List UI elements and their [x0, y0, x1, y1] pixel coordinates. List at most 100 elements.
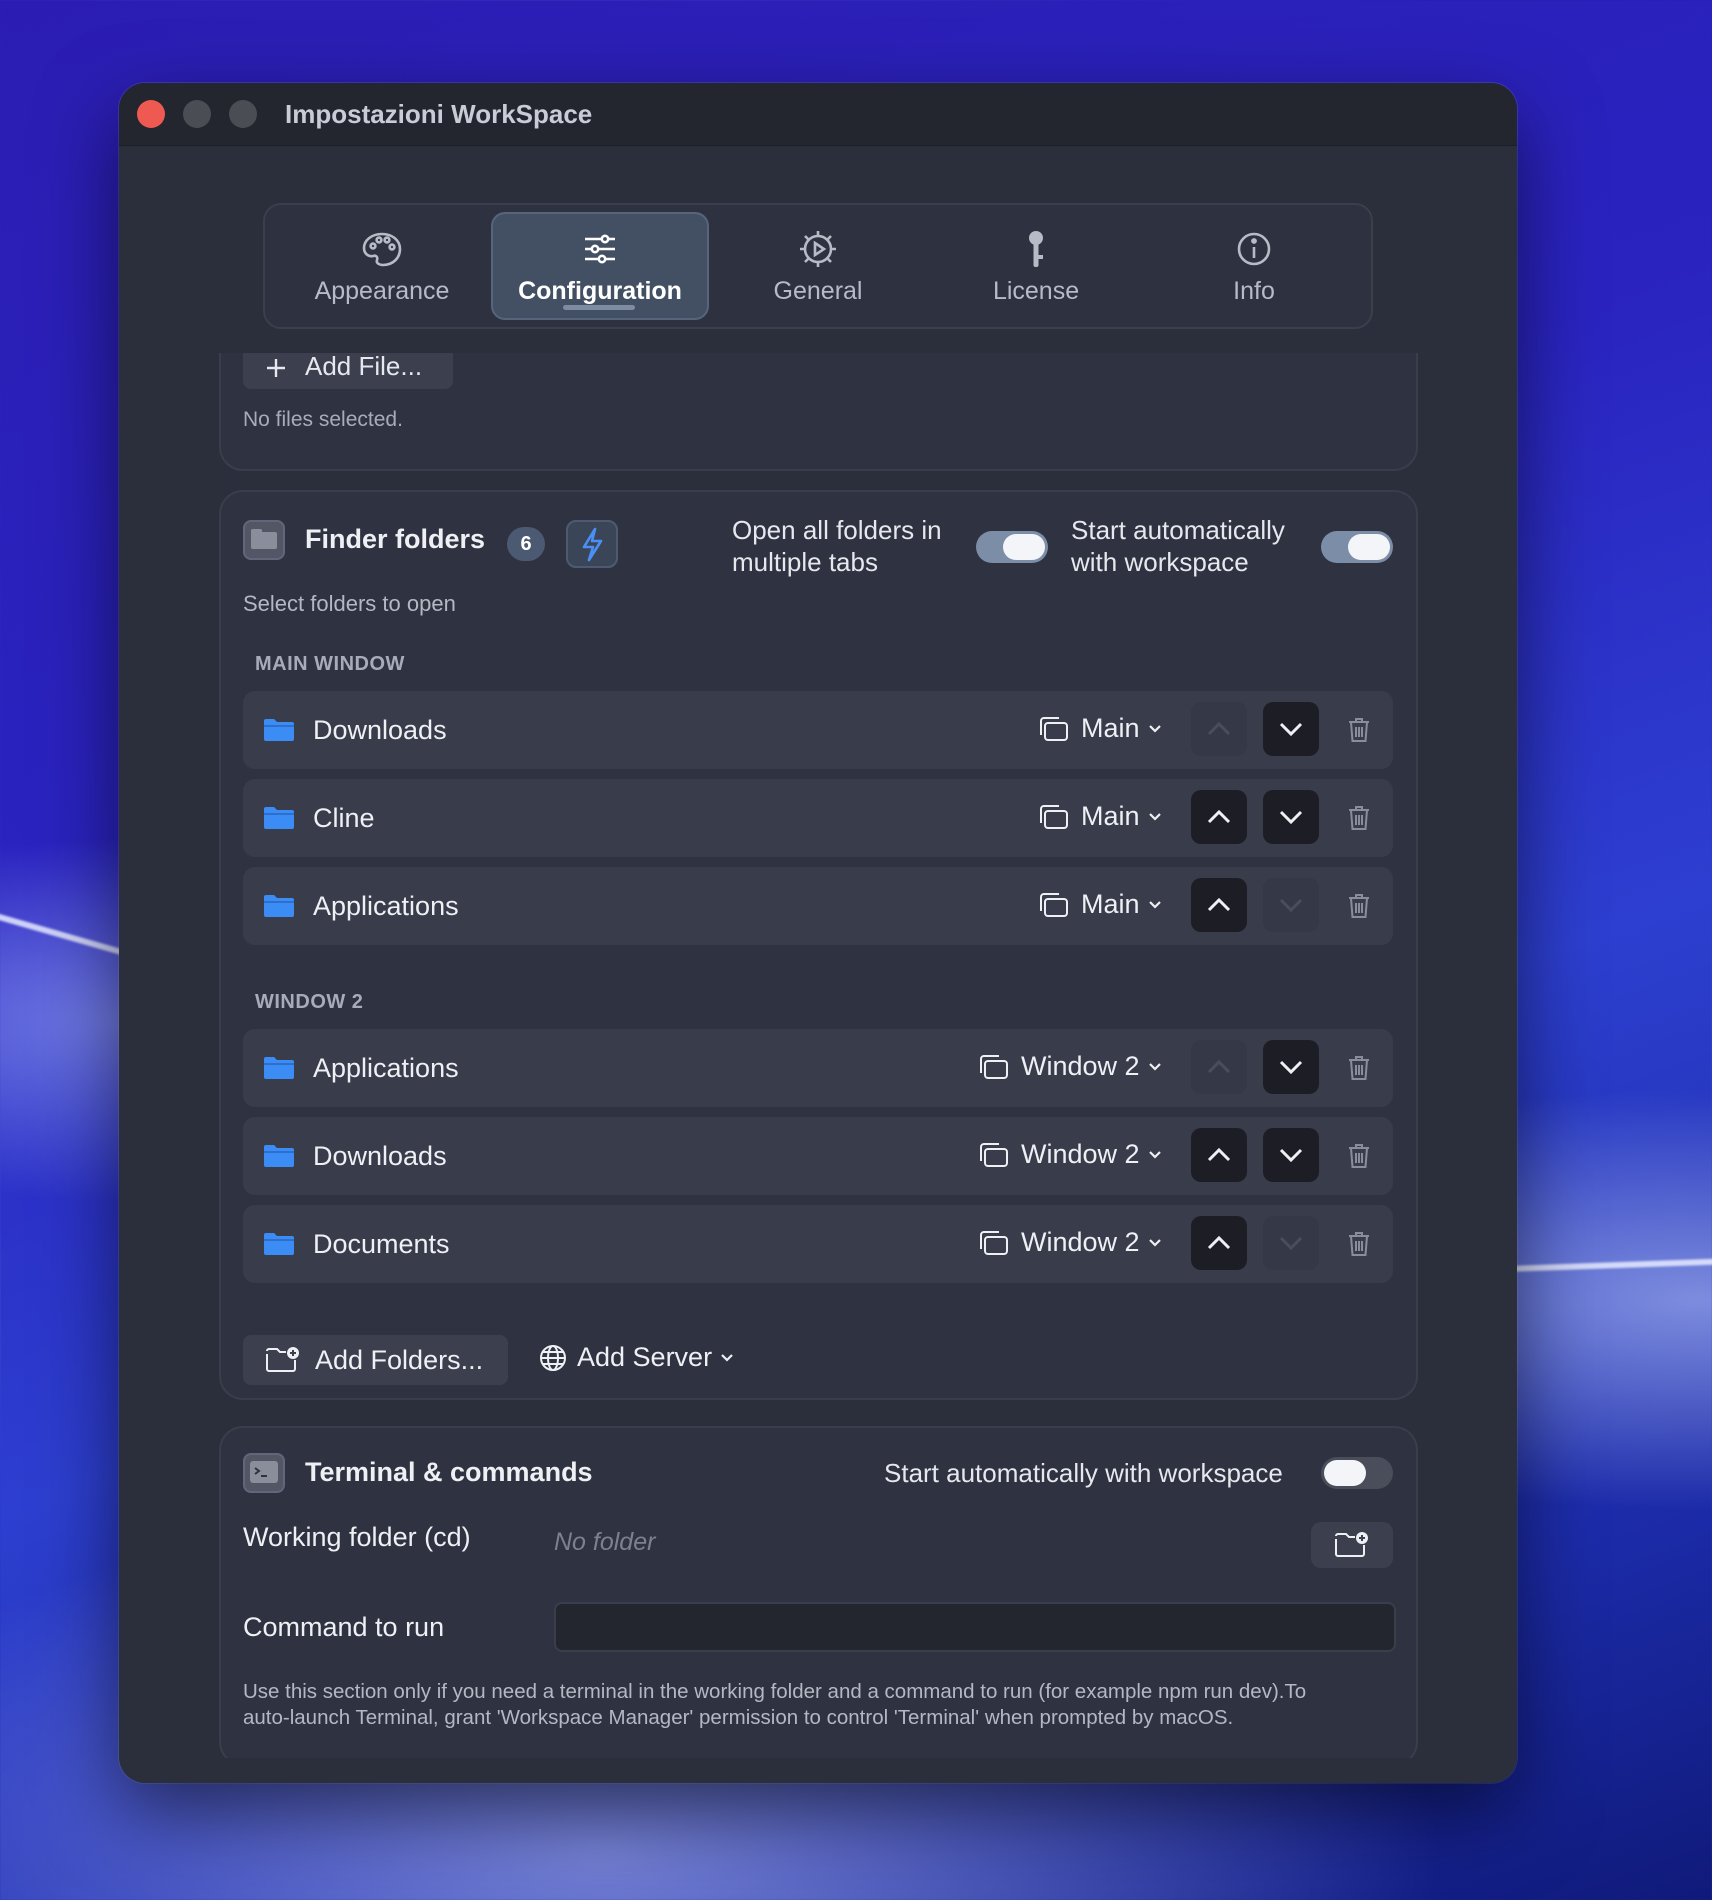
- folder-row[interactable]: Applications Window 2: [243, 1029, 1393, 1107]
- finder-auto-start-label: Start automatically with workspace: [1071, 515, 1285, 577]
- windows-icon: [980, 1142, 1008, 1167]
- window-select[interactable]: Main: [1037, 801, 1174, 832]
- chevron-down-icon: [1148, 1150, 1161, 1159]
- folder-icon: [264, 1145, 294, 1167]
- move-up-button[interactable]: [1191, 1128, 1247, 1182]
- chevron-down-icon: [1279, 898, 1303, 913]
- windows-icon: [1040, 716, 1068, 741]
- folder-row[interactable]: Documents Window 2: [243, 1205, 1393, 1283]
- trash-icon[interactable]: [1347, 892, 1371, 920]
- minimize-window-button[interactable]: [183, 100, 211, 128]
- window-select[interactable]: Main: [1037, 713, 1174, 744]
- scroll-content[interactable]: Add File... No files selected. Finder fo…: [119, 353, 1517, 1758]
- move-down-button[interactable]: [1263, 878, 1319, 932]
- command-input[interactable]: [554, 1602, 1396, 1652]
- add-server-menu[interactable]: Add Server: [539, 1342, 744, 1373]
- folder-icon: [264, 1233, 294, 1255]
- folder-plus-icon: [266, 1347, 299, 1372]
- finder-title: Finder folders: [305, 524, 486, 554]
- chevron-down-icon: [1279, 810, 1303, 825]
- trash-icon[interactable]: [1347, 716, 1371, 744]
- trash-icon[interactable]: [1347, 804, 1371, 832]
- chevron-up-icon: [1207, 1235, 1231, 1250]
- quick-open-button[interactable]: [566, 520, 618, 568]
- move-down-button[interactable]: [1263, 702, 1319, 756]
- choose-folder-button[interactable]: [1311, 1522, 1393, 1568]
- move-down-button[interactable]: [1263, 790, 1319, 844]
- move-down-button[interactable]: [1263, 1216, 1319, 1270]
- settings-window: Impostazioni WorkSpace Appearance Config…: [119, 83, 1517, 1783]
- tab-info[interactable]: Info: [1145, 212, 1363, 320]
- zoom-window-button[interactable]: [229, 100, 257, 128]
- folder-row[interactable]: Downloads Main: [243, 691, 1393, 769]
- tab-label: License: [992, 276, 1080, 305]
- terminal-card: Terminal & commands Start automatically …: [219, 1426, 1418, 1758]
- add-server-label: Add Server: [577, 1342, 713, 1372]
- move-up-button[interactable]: [1191, 702, 1247, 756]
- chevron-down-icon: [1148, 1062, 1161, 1071]
- folder-name: Applications: [313, 1053, 459, 1083]
- terminal-auto-start-label: Start automatically with workspace: [884, 1458, 1283, 1488]
- working-folder-label: Working folder (cd): [243, 1522, 471, 1552]
- chevron-down-icon: [1279, 722, 1303, 737]
- move-up-button[interactable]: [1191, 878, 1247, 932]
- sliders-icon: [585, 234, 616, 263]
- add-folders-button[interactable]: Add Folders...: [243, 1335, 508, 1385]
- trash-icon[interactable]: [1347, 1142, 1371, 1170]
- tab-label: Appearance: [314, 276, 450, 305]
- move-down-button[interactable]: [1263, 1128, 1319, 1182]
- tab-bar: Appearance Configuration General License…: [263, 203, 1373, 329]
- tab-license[interactable]: License: [927, 212, 1145, 320]
- windows-icon: [1040, 804, 1068, 829]
- chevron-down-icon: [1148, 724, 1161, 733]
- move-up-button[interactable]: [1191, 1040, 1247, 1094]
- windows-icon: [980, 1230, 1008, 1255]
- windows-icon: [980, 1054, 1008, 1079]
- trash-icon[interactable]: [1347, 1054, 1371, 1082]
- close-window-button[interactable]: [137, 100, 165, 128]
- tab-configuration[interactable]: Configuration: [491, 212, 710, 320]
- add-file-label: Add File...: [305, 353, 423, 381]
- tab-label: General: [773, 276, 863, 305]
- chevron-down-icon: [1148, 900, 1161, 909]
- bolt-icon: [582, 527, 603, 562]
- add-file-button[interactable]: Add File...: [243, 353, 453, 389]
- terminal-icon: [243, 1453, 285, 1493]
- folder-plus-icon: [1335, 1532, 1368, 1557]
- finder-auto-start-toggle[interactable]: [1321, 531, 1393, 563]
- folder-row[interactable]: Cline Main: [243, 779, 1393, 857]
- folder-row[interactable]: Downloads Window 2: [243, 1117, 1393, 1195]
- open-tabs-toggle[interactable]: [976, 531, 1048, 563]
- command-label: Command to run: [243, 1612, 445, 1642]
- move-up-button[interactable]: [1191, 1216, 1247, 1270]
- window-select[interactable]: Window 2: [977, 1139, 1174, 1170]
- window-select[interactable]: Window 2: [977, 1051, 1174, 1082]
- window-select[interactable]: Window 2: [977, 1227, 1174, 1258]
- chevron-up-icon: [1207, 809, 1231, 824]
- terminal-auto-start-toggle[interactable]: [1321, 1457, 1393, 1489]
- chevron-up-icon: [1207, 1059, 1231, 1074]
- windows-icon: [1040, 892, 1068, 917]
- folder-icon: [264, 719, 294, 741]
- tab-appearance[interactable]: Appearance: [273, 212, 491, 320]
- group-label-main: MAIN WINDOW: [255, 653, 405, 675]
- chevron-up-icon: [1207, 1147, 1231, 1162]
- chevron-down-icon: [1279, 1060, 1303, 1075]
- folder-row[interactable]: Applications Main: [243, 867, 1393, 945]
- trash-icon[interactable]: [1347, 1230, 1371, 1258]
- window-select[interactable]: Main: [1037, 889, 1174, 920]
- wallpaper-streak: [1509, 1258, 1712, 1272]
- tab-general[interactable]: General: [709, 212, 927, 320]
- move-down-button[interactable]: [1263, 1040, 1319, 1094]
- files-card: Add File... No files selected.: [219, 353, 1418, 471]
- working-folder-value: No folder: [554, 1528, 656, 1556]
- folder-name: Documents: [313, 1229, 450, 1259]
- move-up-button[interactable]: [1191, 790, 1247, 844]
- titlebar: Impostazioni WorkSpace: [119, 83, 1517, 146]
- key-icon: [1029, 230, 1044, 267]
- group-label-window-2: WINDOW 2: [255, 991, 364, 1013]
- plus-icon: [267, 359, 285, 377]
- terminal-help-text: Use this section only if you need a term…: [243, 1680, 1307, 1729]
- chevron-down-icon: [1279, 1236, 1303, 1251]
- gear-icon: [800, 230, 837, 267]
